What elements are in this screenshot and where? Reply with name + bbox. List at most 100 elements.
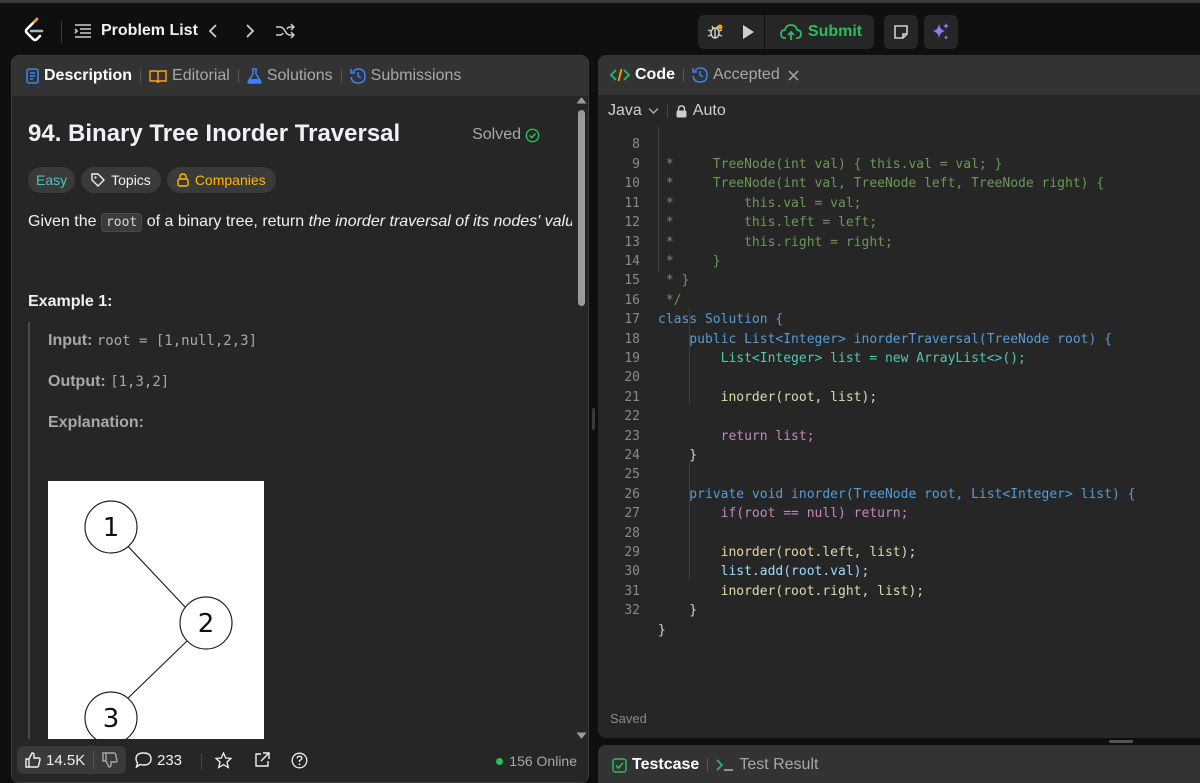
code-line: 15 */ — [598, 252, 1200, 307]
code-line: 22 return list; — [598, 388, 1200, 443]
lock-icon — [177, 173, 189, 187]
debug-icon — [707, 24, 723, 39]
testcase-tabbar: Testcase Test Result — [598, 745, 1200, 783]
code-line: 18 List<Integer> list = new ArrayList<>(… — [598, 310, 1200, 366]
tab-testcase-label: Testcase — [632, 756, 700, 773]
submit-label: Submit — [807, 23, 863, 40]
statement-emphasis: the inorder traversal of its nodes' valu… — [308, 213, 572, 230]
inline-code-root: root — [100, 213, 143, 232]
scroll-thumb[interactable] — [578, 110, 585, 306]
tab-divider — [140, 69, 142, 83]
tab-test-result-label: Test Result — [739, 756, 819, 773]
code-line: 20 inorder(root, list); — [598, 349, 1200, 404]
problem-title[interactable]: 94. Binary Tree Inorder Traversal — [28, 120, 400, 148]
scroll-up-icon[interactable] — [576, 96, 587, 104]
code-editor[interactable]: 8 * TreeNode(int val) { this.val = val; … — [598, 127, 1200, 667]
example-explanation: Explanation: — [48, 414, 144, 432]
online-dot — [496, 757, 504, 765]
comments-button[interactable]: 233 — [135, 746, 182, 774]
debug-button[interactable] — [698, 15, 732, 49]
tab-solutions[interactable]: Solutions — [247, 56, 333, 96]
solved-status: Solved — [472, 126, 540, 144]
tab-divider — [340, 69, 342, 83]
tree-node-1-label: 1 — [103, 513, 120, 543]
code-line: 13 * } — [598, 213, 1200, 269]
tree-diagram-svg: 1 2 3 — [84, 500, 233, 741]
run-submit-group: Submit — [698, 15, 874, 49]
list-icon[interactable] — [74, 23, 92, 39]
tab-code-label: Code — [635, 66, 675, 83]
companies-label: Companies — [194, 172, 266, 188]
description-content: 94. Binary Tree Inorder Traversal Solved… — [12, 96, 572, 741]
code-line: 30 inorder(root.right, list); — [598, 543, 1200, 598]
chevron-down-icon — [648, 107, 659, 115]
tree-edge-2-3 — [124, 640, 188, 702]
online-indicator: 156 Online — [496, 753, 577, 769]
notes-button[interactable] — [884, 15, 918, 49]
like-button[interactable]: 14.5K — [17, 746, 93, 774]
topics-button[interactable]: Topics — [81, 167, 161, 193]
random-problem-button[interactable] — [273, 19, 297, 43]
language-select[interactable]: Java — [608, 102, 659, 120]
flask-icon — [247, 68, 262, 84]
prev-problem-button[interactable] — [201, 19, 225, 43]
help-button[interactable] — [291, 746, 308, 774]
code-line: 10 * this.val = val; — [598, 155, 1200, 210]
star-icon — [215, 751, 232, 769]
play-icon — [743, 25, 754, 39]
auto-mode-toggle[interactable]: Auto — [676, 102, 726, 120]
tab-test-result[interactable]: Test Result — [716, 745, 818, 783]
history-icon — [349, 68, 366, 84]
terminal-icon — [716, 759, 734, 771]
code-line: 14 * } — [598, 233, 1200, 288]
code-line: 27 — [598, 485, 1200, 521]
favorite-button[interactable] — [215, 746, 232, 774]
tab-code[interactable]: Code — [610, 55, 675, 95]
tab-editorial[interactable]: Editorial — [149, 56, 230, 96]
dislike-button[interactable] — [94, 746, 126, 774]
share-button[interactable] — [254, 746, 270, 774]
description-scrollbar[interactable] — [574, 96, 588, 741]
code-line: 16 class Solution { — [598, 271, 1200, 327]
code-line: 12 * this.right = right; — [598, 194, 1200, 249]
line-text: } — [658, 622, 666, 638]
example-output: Output: [1,3,2] — [48, 373, 169, 391]
companies-button[interactable]: Companies — [166, 167, 276, 193]
tree-node-2-label: 2 — [198, 609, 215, 639]
saved-status: Saved — [610, 711, 647, 726]
thumbs-down-icon — [102, 752, 118, 768]
tag-icon — [91, 173, 106, 187]
run-button[interactable] — [732, 15, 764, 49]
book-icon — [149, 69, 167, 83]
ai-assistant-button[interactable] — [924, 15, 958, 49]
share-icon — [255, 752, 270, 767]
vertical-resize-handle[interactable] — [1109, 740, 1133, 743]
code-line: 8 * TreeNode(int val) { this.val = val; … — [598, 127, 1200, 171]
tab-accepted[interactable]: Accepted — [692, 55, 799, 95]
line-number: 32 — [624, 603, 640, 619]
tab-description[interactable]: Description — [26, 56, 132, 96]
online-count: 156 Online — [509, 753, 577, 769]
code-line: 11 * this.left = left; — [598, 174, 1200, 230]
next-problem-button[interactable] — [238, 19, 262, 43]
code-line: 23 } — [598, 407, 1200, 463]
submit-button[interactable]: Submit — [765, 15, 873, 49]
leetcode-logo-icon[interactable] — [22, 17, 46, 45]
editor-toolbar: Java Auto — [598, 95, 1200, 127]
problem-statement: Given the root of a binary tree, return … — [28, 213, 572, 232]
description-panel: Description Editorial Solutions Submissi… — [11, 55, 589, 783]
close-icon[interactable] — [788, 69, 799, 81]
panel-resize-handle[interactable] — [592, 408, 595, 430]
tab-submissions[interactable]: Submissions — [349, 56, 461, 96]
top-bar: Problem List Submit — [0, 0, 1200, 56]
tab-description-label: Description — [44, 67, 133, 84]
statement-text: Given the — [28, 213, 101, 230]
tab-solutions-label: Solutions — [266, 67, 333, 84]
tab-testcase[interactable]: Testcase — [612, 745, 699, 783]
solved-label: Solved — [472, 126, 521, 143]
description-footer: 14.5K 233 156 Online — [12, 739, 588, 782]
chevron-right-icon — [246, 24, 255, 38]
description-tabbar: Description Editorial Solutions Submissi… — [12, 56, 588, 96]
problem-list-link[interactable]: Problem List — [101, 22, 198, 40]
document-icon — [26, 68, 39, 84]
